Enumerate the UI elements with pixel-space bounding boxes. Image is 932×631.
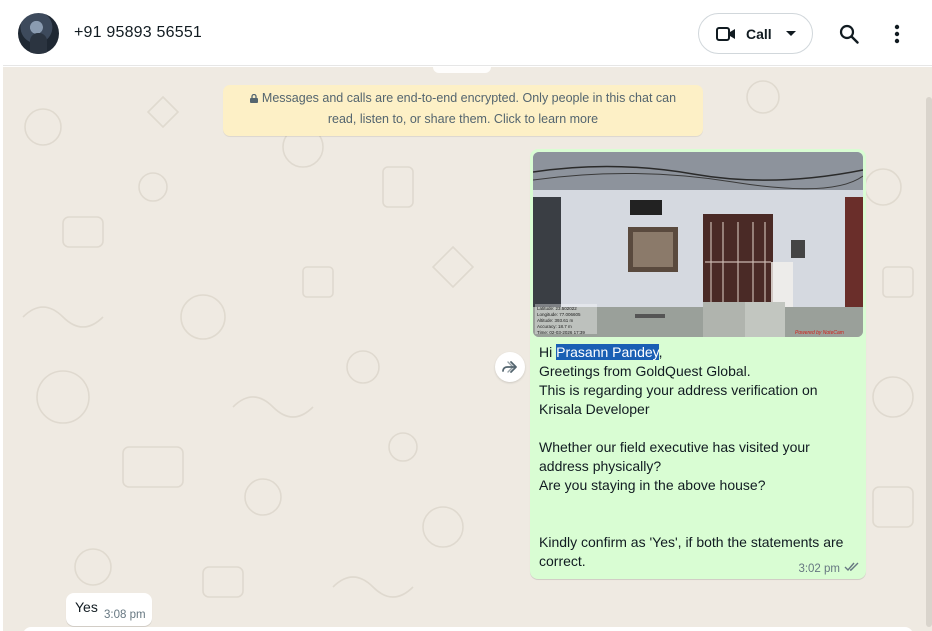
greeting-suffix: , xyxy=(658,344,663,360)
contact-name[interactable]: +91 95893 56551 xyxy=(74,24,202,42)
composer-bar[interactable] xyxy=(23,627,913,631)
forward-icon[interactable] xyxy=(495,352,525,382)
message-text: Hi Prasann Pandey, Greetings from GoldQu… xyxy=(533,337,863,571)
search-icon[interactable] xyxy=(836,21,862,47)
message-body: Greetings from GoldQuest Global. This is… xyxy=(539,363,844,569)
photo-caption-3: Altitude: 393.61 m xyxy=(537,318,574,323)
outgoing-message[interactable]: Latitude: 23.502022 Longitude: 77.006605… xyxy=(530,149,866,579)
message-time: 3:02 pm xyxy=(798,562,840,575)
incoming-text: Yes xyxy=(75,599,98,615)
chat-header: +91 95893 56551 Call xyxy=(3,3,932,66)
recipient-name-selected: Prasann Pandey xyxy=(556,344,659,360)
scrollbar[interactable] xyxy=(926,97,932,627)
lock-icon xyxy=(249,89,258,103)
chevron-down-icon[interactable] xyxy=(785,31,796,36)
encryption-text: Messages and calls are end-to-end encryp… xyxy=(261,91,677,126)
call-button[interactable]: Call xyxy=(698,13,813,54)
incoming-message[interactable]: Yes 3:08 pm xyxy=(66,593,152,626)
greeting-prefix: Hi xyxy=(539,344,557,360)
avatar[interactable] xyxy=(18,13,59,54)
video-camera-icon xyxy=(716,26,736,41)
photo-caption-4: Accuracy: 18.7 m xyxy=(537,324,572,329)
photo-caption-1: Latitude: 23.502022 xyxy=(537,306,577,311)
call-label: Call xyxy=(746,25,772,42)
message-photo[interactable]: Latitude: 23.502022 Longitude: 77.006605… xyxy=(533,152,863,337)
photo-caption-5: Time: 02-03-2026 17:39 xyxy=(537,330,585,335)
double-tick-icon xyxy=(844,562,860,575)
photo-caption-2: Longitude: 77.006605 xyxy=(537,312,581,317)
encryption-notice[interactable]: Messages and calls are end-to-end encryp… xyxy=(223,85,703,136)
message-meta: 3:02 pm xyxy=(798,562,860,575)
photo-watermark: Powered by NoteCam xyxy=(795,330,844,336)
house-photo: Latitude: 23.502022 Longitude: 77.006605… xyxy=(533,152,863,337)
incoming-time: 3:08 pm xyxy=(104,609,146,621)
date-chip xyxy=(433,67,491,73)
chat-panel[interactable]: Messages and calls are end-to-end encryp… xyxy=(3,67,932,631)
more-vert-icon[interactable] xyxy=(884,21,910,47)
